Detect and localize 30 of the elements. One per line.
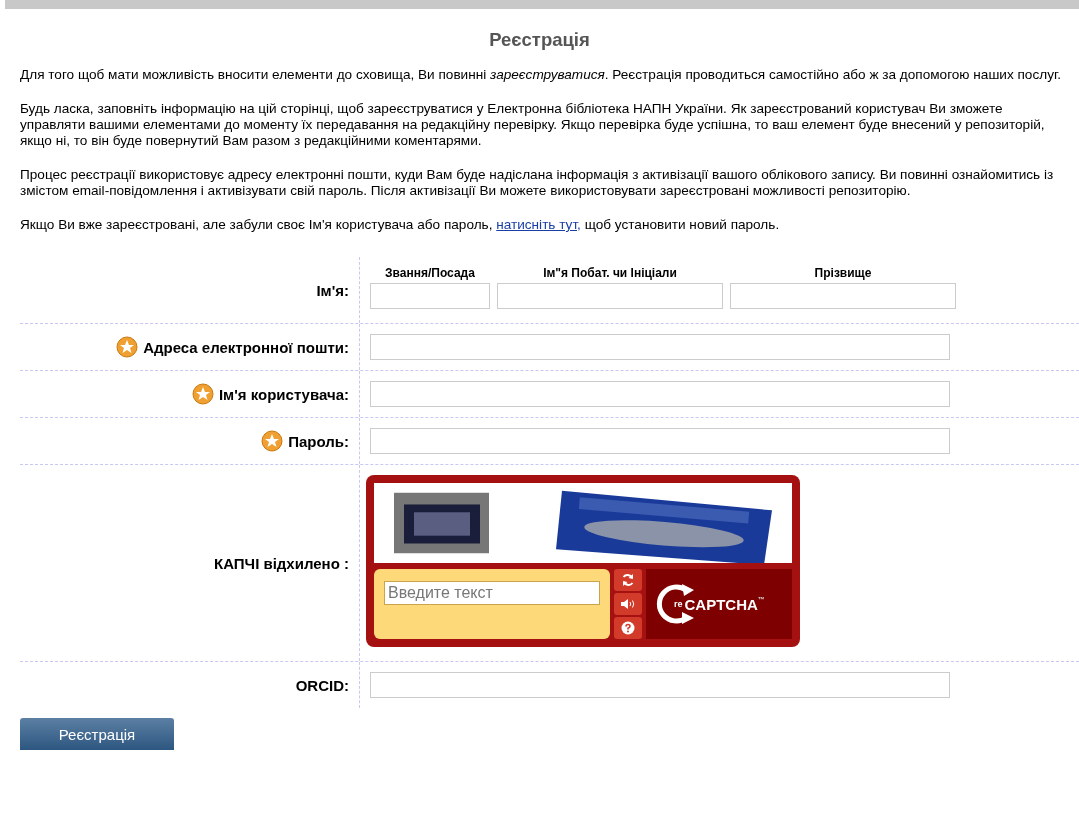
register-button[interactable]: Реєстрація xyxy=(20,718,174,750)
refresh-icon xyxy=(621,573,635,587)
field-label: Пароль: xyxy=(288,432,349,450)
text-input-field[interactable] xyxy=(370,334,950,360)
name-input-field[interactable] xyxy=(497,282,723,309)
refresh-button[interactable] xyxy=(614,569,642,591)
field-label: Ім'я: xyxy=(316,281,349,299)
audio-button[interactable] xyxy=(614,593,642,615)
subfield-label: Ім"я Побат. чи Ініціали xyxy=(543,265,677,280)
field-label: Ім'я користувача: xyxy=(218,385,349,403)
speaker-icon xyxy=(620,598,636,610)
info-paragraph: Якщо Ви вже зареєстровані, але забули своє Ім'я користувача або пароль, натисніть тут, щоб установити новий пароль. xyxy=(20,217,781,233)
text-input-field[interactable] xyxy=(370,428,950,454)
text-input-field[interactable] xyxy=(370,672,950,698)
captcha-input-field[interactable]: Введите текст xyxy=(384,581,600,605)
field-label: Адреса електронної пошти: xyxy=(143,338,349,356)
subfield-label: Прізвище xyxy=(814,265,872,280)
text-input-field[interactable] xyxy=(370,381,950,407)
field-label: КАПЧІ відхилено : xyxy=(214,554,349,572)
field-label: ORCID: xyxy=(295,676,349,694)
info-paragraph: Будь ласка, заповніть інформацію на цій сторінці, щоб зареєструватися у Електронна бібліотека НАПН України. Як зареєстрований користувач Ви зможете управляти вашими елементами до моменту їх передавання на редакційну перевірку. Якщо перевірка буде успішна, то ваш елемент буде внесений у репозиторій, якщо ні, то він буде повернутий Вам разом з редакційними коментарями. xyxy=(20,101,1046,149)
name-input-field[interactable] xyxy=(730,282,956,309)
page-title: Реєстрація xyxy=(488,29,591,51)
name-input-field[interactable] xyxy=(370,282,490,309)
subfield-label: Звання/Посада xyxy=(385,265,475,280)
info-paragraph: Процес реєстрації використовує адресу електронні пошти, куди Вам буде надіслана інформація з активізації вашого облікового запису. Ви повинні ознайомитись із змістом email-повідомлення і активізувати свій пароль. Після активізації Ви можете використовувати зареєстровані можливості репозиторію. xyxy=(20,167,1055,199)
help-icon xyxy=(621,621,635,635)
info-paragraph: Для того щоб мати можливість вносити елементи до сховища, Ви повинні зареєструватися. Реєстрація проводиться самостійно або ж за допомогою наших послуг. xyxy=(20,67,1062,83)
help-button[interactable] xyxy=(614,617,642,639)
reset-password-link[interactable]: натисніть тут, xyxy=(496,217,581,232)
